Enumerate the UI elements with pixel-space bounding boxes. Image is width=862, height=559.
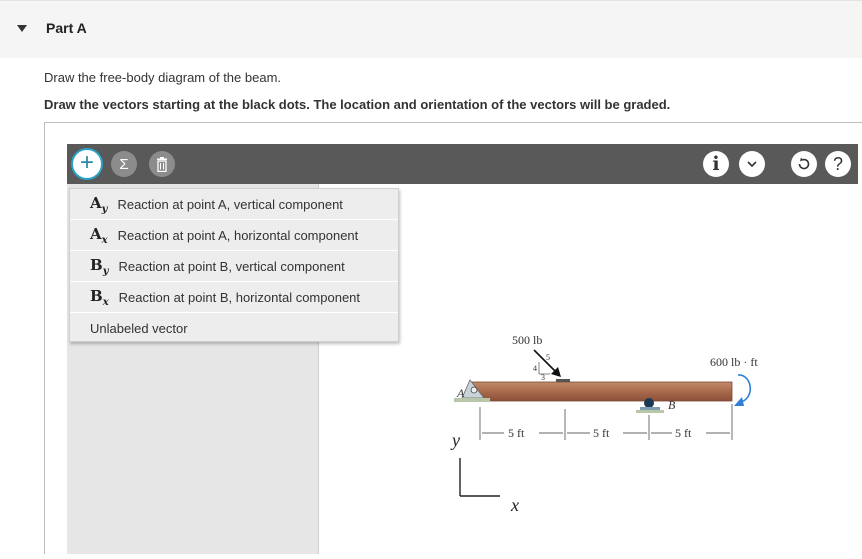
point-b-label: B [668, 398, 676, 412]
vector-label-menu: Ay Reaction at point A, vertical compone… [69, 188, 399, 342]
sigma-icon: Σ [119, 155, 129, 173]
reset-icon [798, 157, 810, 170]
menu-item-ay[interactable]: Ay Reaction at point A, vertical compone… [70, 189, 398, 220]
vector-symbol: A [90, 193, 102, 212]
menu-item-label: Reaction at point B, horizontal componen… [118, 289, 361, 305]
dimension-label-1: 5 ft [508, 426, 525, 440]
vector-subscript: y [102, 265, 109, 277]
chevron-down-icon [747, 161, 757, 167]
menu-item-label: Unlabeled vector [90, 321, 188, 336]
reset-button[interactable] [791, 151, 817, 177]
vector-subscript: x [102, 296, 109, 308]
menu-item-bx[interactable]: Bx Reaction at point B, horizontal compo… [70, 282, 398, 313]
drawing-canvas[interactable]: A B 500 lb 5 4 3 600 lb · ft 5 ft 5 ft 5… [320, 184, 862, 554]
help-button[interactable]: ? [825, 151, 851, 177]
part-title: Part A [46, 20, 87, 36]
menu-item-ax[interactable]: Ax Reaction at point A, horizontal compo… [70, 220, 398, 251]
info-icon: i [712, 153, 720, 175]
help-icon: ? [832, 153, 843, 174]
axis-x-label: x [510, 495, 519, 515]
plus-icon: + [79, 149, 94, 176]
slope-rise-label: 4 [533, 364, 537, 373]
menu-item-label: Reaction at point A, horizontal componen… [117, 227, 359, 243]
moment-label: 600 lb · ft [710, 355, 758, 369]
vector-subscript: x [101, 234, 108, 246]
delete-button[interactable] [149, 151, 175, 177]
menu-item-by[interactable]: By Reaction at point B, vertical compone… [70, 251, 398, 282]
options-dropdown-button[interactable] [739, 151, 765, 177]
menu-item-label: Reaction at point B, vertical component [118, 258, 345, 274]
coordinate-axes [459, 458, 500, 497]
beam [469, 381, 733, 402]
instruction-text: Draw the free-body diagram of the beam. [44, 70, 282, 85]
slope-run-label: 3 [541, 373, 545, 382]
info-button[interactable]: i [703, 151, 729, 177]
vector-symbol: B [90, 286, 103, 305]
dimension-label-3: 5 ft [675, 426, 692, 440]
dimension-label-2: 5 ft [593, 426, 610, 440]
force-label: 500 lb [512, 333, 542, 347]
drawing-toolbar: + Σ i ? [67, 144, 858, 184]
part-header[interactable]: Part A [0, 0, 862, 58]
moment-arrow [734, 374, 752, 406]
add-vector-button[interactable]: + [71, 148, 103, 180]
vector-symbol: A [90, 224, 102, 243]
point-a-label: A [456, 386, 465, 400]
trash-icon [157, 156, 167, 172]
instruction-bold-text: Draw the vectors starting at the black d… [44, 97, 671, 112]
sigma-button[interactable]: Σ [111, 151, 137, 177]
slope-hyp-label: 5 [546, 353, 550, 362]
axis-y-label: y [450, 430, 460, 450]
beam-diagram: A B 500 lb 5 4 3 600 lb · ft 5 ft 5 ft 5… [450, 333, 758, 515]
vector-subscript: y [101, 203, 108, 215]
force-arrow [533, 349, 570, 382]
collapse-caret-icon[interactable] [17, 25, 27, 32]
vector-symbol: B [90, 255, 103, 274]
menu-item-label: Reaction at point A, vertical component [117, 196, 343, 212]
menu-item-unlabeled-vector[interactable]: Unlabeled vector [70, 313, 398, 344]
